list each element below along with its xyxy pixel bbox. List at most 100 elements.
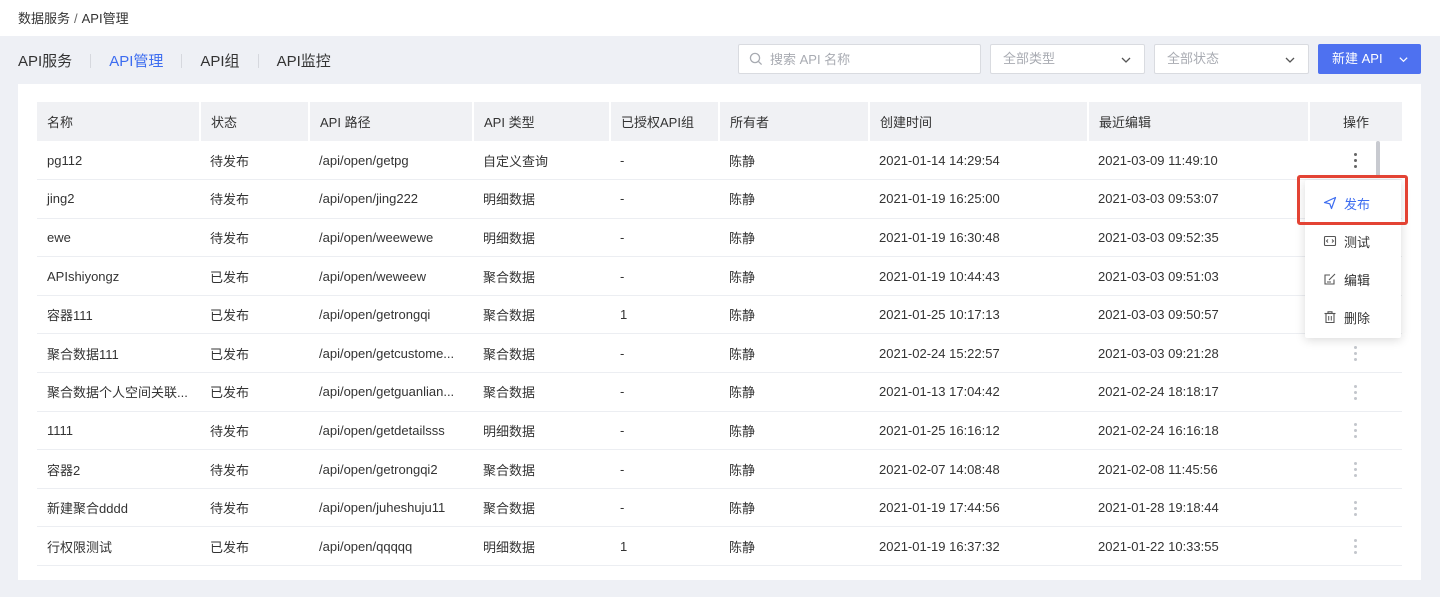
cell-status: 已发布 <box>200 526 309 567</box>
status-filter-select[interactable]: 全部状态 <box>1154 44 1309 74</box>
table-row[interactable]: 容器2 待发布/api/open/getrongqi2 聚合数据 - 陈静 2021-02… <box>37 449 1402 489</box>
table-row[interactable]: 聚合数据111 已发布/api/open/getcustome... 聚合数据 - 陈静… <box>37 333 1402 374</box>
cell-name: 1111 <box>37 411 200 451</box>
search-box[interactable] <box>738 44 981 74</box>
cell-actions <box>1309 526 1402 567</box>
cell-name: ewe <box>37 218 200 258</box>
cell-status: 已发布 <box>200 295 309 335</box>
table-row[interactable]: 1111 待发布/api/open/getdetailsss 明细数据 - 陈静 2021… <box>37 411 1402 451</box>
cell-type: 聚合数据 <box>473 256 610 296</box>
cell-path: /api/open/getrongqi2 <box>309 449 473 489</box>
cell-edited: 2021-02-24 16:16:18 <box>1088 411 1309 451</box>
scrollbar-thumb[interactable] <box>1376 141 1380 177</box>
cell-actions <box>1309 372 1402 412</box>
cell-owner: 陈静 <box>719 333 869 374</box>
cell-empty <box>200 565 309 580</box>
trash-icon <box>1324 311 1336 324</box>
tab-api-services[interactable]: API服务 <box>18 50 72 71</box>
cell-edited: 2021-03-03 09:52:35 <box>1088 218 1309 258</box>
cell-actions <box>1309 449 1402 489</box>
cell-empty <box>1088 565 1309 580</box>
cell-groups: - <box>610 333 719 374</box>
table-row[interactable]: 行权限测试 已发布/api/open/qqqqq 明细数据 1 陈静 2021-01-19… <box>37 526 1402 567</box>
cell-created: 2021-01-19 16:37:32 <box>869 526 1088 567</box>
type-filter-select[interactable]: 全部类型 <box>990 44 1145 74</box>
cell-created: 2021-01-19 16:30:48 <box>869 218 1088 258</box>
cell-path: /api/open/getdetailsss <box>309 411 473 451</box>
tab-api-management[interactable]: API管理 <box>109 50 163 71</box>
tab-api-monitoring[interactable]: API监控 <box>277 50 331 71</box>
table-row[interactable]: 新建聚合dddd 待发布/api/open/juheshuju11 聚合数据 - 陈静 2… <box>37 488 1402 528</box>
more-actions-icon[interactable] <box>1354 384 1357 400</box>
table-row[interactable]: jing2 待发布/api/open/jing222 明细数据 - 陈静 2021-01-… <box>37 179 1402 219</box>
cell-empty <box>869 565 1088 580</box>
cell-name: 容器2 <box>37 449 200 489</box>
table-row[interactable]: 聚合数据个人空间关联... 已发布/api/open/getguanlian...… <box>37 372 1402 412</box>
table-row[interactable]: APIshiyongz 已发布/api/open/weweew 聚合数据 - 陈静 202… <box>37 256 1402 296</box>
cell-type: 明细数据 <box>473 411 610 451</box>
column-header-type: API 类型 <box>473 102 611 141</box>
breadcrumb-current: API管理 <box>81 11 129 26</box>
cell-created: 2021-01-25 16:16:12 <box>869 411 1088 451</box>
cell-name: jing2 <box>37 179 200 219</box>
menu-item-delete[interactable]: 删除 <box>1305 298 1401 336</box>
tab-api-groups[interactable]: API组 <box>200 50 239 71</box>
cell-name: APIshiyongz <box>37 256 200 296</box>
chevron-down-icon <box>1285 57 1295 63</box>
cell-status: 已发布 <box>200 256 309 296</box>
cell-actions <box>1309 333 1402 374</box>
more-actions-icon[interactable] <box>1354 346 1357 362</box>
cell-empty <box>37 565 200 580</box>
more-actions-icon[interactable] <box>1354 539 1357 555</box>
cell-path: /api/open/getpg <box>309 141 473 181</box>
cell-created: 2021-01-25 10:17:13 <box>869 295 1088 335</box>
more-actions-icon[interactable] <box>1354 153 1357 169</box>
cell-edited: 2021-01-28 19:18:44 <box>1088 488 1309 528</box>
status-filter-value: 全部状态 <box>1167 51 1220 66</box>
cell-groups: 1 <box>610 526 719 567</box>
cell-path: /api/open/weweew <box>309 256 473 296</box>
search-input[interactable] <box>770 51 970 67</box>
column-header-created: 创建时间 <box>869 102 1089 141</box>
cell-owner: 陈静 <box>719 488 869 528</box>
cell-owner: 陈静 <box>719 449 869 489</box>
table-row[interactable]: 容器111 已发布/api/open/getrongqi 聚合数据 1 陈静 2021-0… <box>37 295 1402 335</box>
cell-type: 聚合数据 <box>473 295 610 335</box>
cell-edited: 2021-03-03 09:53:07 <box>1088 179 1309 219</box>
code-icon <box>1323 235 1337 247</box>
table-row[interactable]: ewe 待发布/api/open/weewewe 明细数据 - 陈静 2021-01-19… <box>37 218 1402 258</box>
new-api-label: 新建 API <box>1332 51 1383 66</box>
cell-status: 已发布 <box>200 333 309 374</box>
cell-path: /api/open/juheshuju11 <box>309 488 473 528</box>
cell-name: 行权限测试 <box>37 526 200 567</box>
more-actions-icon[interactable] <box>1354 462 1357 478</box>
column-header-path: API 路径 <box>309 102 474 141</box>
cell-type: 聚合数据 <box>473 333 610 374</box>
cell-status: 待发布 <box>200 411 309 451</box>
cell-status: 待发布 <box>200 141 309 181</box>
cell-owner: 陈静 <box>719 218 869 258</box>
menu-item-edit[interactable]: 编辑 <box>1305 260 1401 298</box>
more-actions-icon[interactable] <box>1354 423 1357 439</box>
cell-name: 新建聚合dddd <box>37 488 200 528</box>
cell-groups: - <box>610 141 719 181</box>
breadcrumb-bar: 数据服务 / API管理 <box>0 0 1440 36</box>
breadcrumb-root[interactable]: 数据服务 <box>18 11 70 26</box>
cell-path: /api/open/getrongqi <box>309 295 473 335</box>
cell-created: 2021-01-19 17:44:56 <box>869 488 1088 528</box>
more-actions-icon[interactable] <box>1354 500 1357 516</box>
cell-status: 待发布 <box>200 488 309 528</box>
column-header-groups: 已授权API组 <box>610 102 720 141</box>
cell-created: 2021-02-24 15:22:57 <box>869 333 1088 374</box>
cell-actions <box>1309 141 1402 181</box>
column-header-name: 名称 <box>37 102 201 141</box>
new-api-button[interactable]: 新建 API <box>1318 44 1421 74</box>
column-header-actions: 操作 <box>1309 102 1402 141</box>
cell-owner: 陈静 <box>719 141 869 181</box>
table-row[interactable]: pg112 待发布/api/open/getpg 自定义查询 - 陈静 2021-01-1… <box>37 141 1402 181</box>
cell-created: 2021-01-14 14:29:54 <box>869 141 1088 181</box>
cell-created: 2021-01-19 16:25:00 <box>869 179 1088 219</box>
cell-edited: 2021-01-22 10:33:55 <box>1088 526 1309 567</box>
type-filter-value: 全部类型 <box>1003 51 1056 66</box>
menu-item-test[interactable]: 测试 <box>1305 222 1401 260</box>
